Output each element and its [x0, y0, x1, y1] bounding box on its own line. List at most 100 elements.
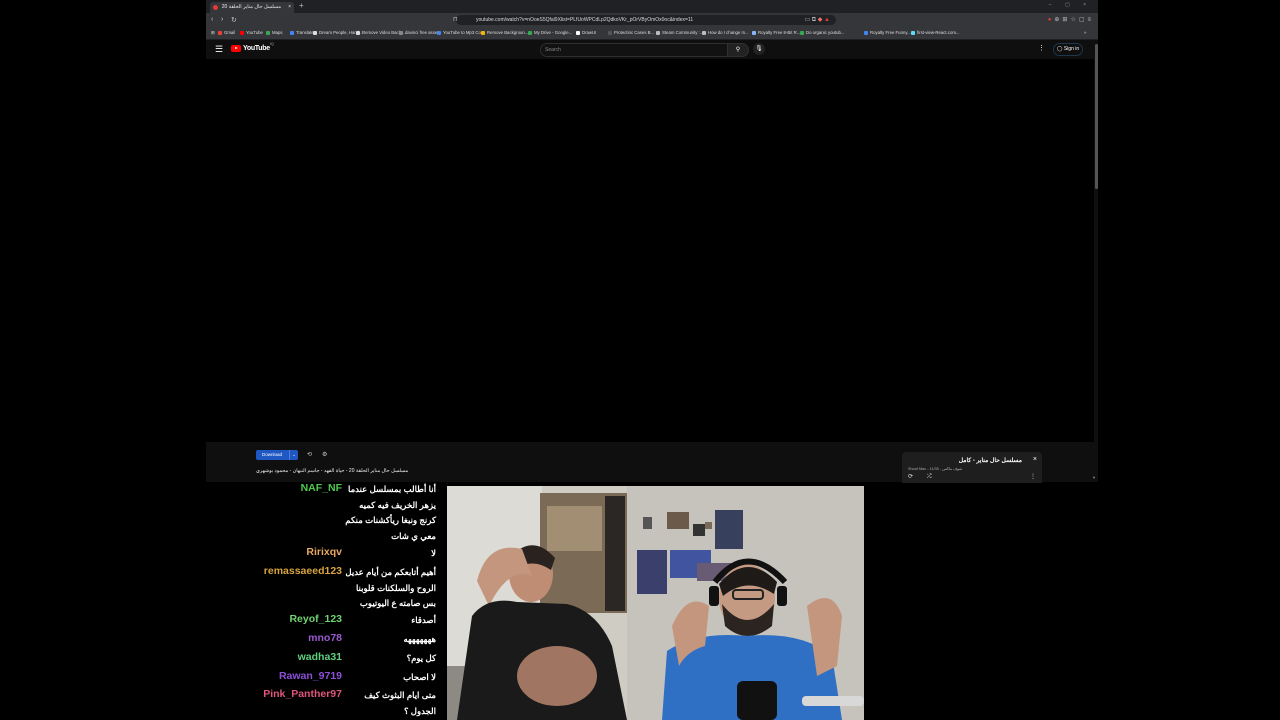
bookmark-favicon-icon: [356, 30, 360, 35]
bookmark-label: Maps: [272, 30, 283, 35]
bookmark-star-icon[interactable]: ⊓: [453, 16, 458, 23]
bookmark-label: davinci free assets: [405, 30, 441, 35]
download-label: Download: [262, 452, 283, 457]
voice-search-button[interactable]: 🎙: [753, 43, 765, 55]
chat-username: NAF_NF: [300, 482, 342, 494]
bookmark-favicon-icon: [800, 30, 804, 35]
browser-tab[interactable]: مسلسل حال مناير الحلقة 20 - حياة ×: [210, 2, 294, 13]
playlist-title[interactable]: مسلسل حال مناير - كامل: [959, 457, 1022, 464]
more-options-icon[interactable]: ⋮: [1038, 44, 1045, 52]
stream-chat-overlay: NAF_NF أنا أطالب بمسلسل عندما يزهر الخريف…: [250, 480, 445, 720]
extensions-icons[interactable]: ●⊕⊞☆▢≡: [1048, 16, 1094, 23]
below-player-area: Download ⌄ ⟲ ⚙ مسلسل حال مناير الحلقة 20…: [206, 442, 1094, 483]
bookmarks-bar: ⊞ » Gmail YouTube Maps Translate Dream Peopl…: [206, 27, 1098, 40]
back-icon[interactable]: ‹: [211, 16, 213, 23]
bookmark-favicon-icon: [752, 30, 756, 35]
bookmark-item[interactable]: DrawUI: [576, 27, 596, 39]
youtube-masthead: ☰ YouTube IQ Search ⚲ 🎙 ⋮ ◯ Sign in: [206, 40, 1094, 59]
video-player[interactable]: [206, 59, 1094, 442]
bookmark-item[interactable]: davinci free assets: [399, 27, 441, 39]
bookmark-item[interactable]: Steam Community :...: [656, 27, 703, 39]
chat-username: mno78: [308, 632, 342, 644]
bookmark-favicon-icon: [481, 30, 485, 35]
url-text[interactable]: youtube.com/watch?v=nOoeS5Qfal9Xlist=PLf…: [476, 15, 693, 25]
scroll-down-icon[interactable]: ▼: [1092, 475, 1096, 480]
close-icon[interactable]: ×: [1033, 456, 1037, 463]
bookmark-label: YouTube to Mp3 Co...: [443, 30, 485, 35]
apps-grid-icon[interactable]: ⊞: [211, 27, 215, 39]
menu-icon[interactable]: ☰: [215, 44, 223, 55]
chat-text: هههههههه: [403, 634, 436, 644]
bookmark-favicon-icon: [313, 30, 317, 35]
chat-text: لا: [431, 548, 436, 558]
video-title: مسلسل حال مناير الحلقة 20 - حياة الفهد -…: [256, 468, 409, 474]
bookmark-item[interactable]: Remove Backgroun...: [481, 27, 528, 39]
chat-username: remassaeed123: [263, 565, 342, 577]
search-button[interactable]: ⚲: [727, 43, 749, 57]
bookmark-favicon-icon: [576, 30, 580, 35]
youtube-play-icon: [231, 45, 241, 52]
download-button[interactable]: Download ⌄: [256, 450, 298, 460]
bookmark-label: Royalty Free Funny...: [870, 30, 911, 35]
chat-username: Rawan_9719: [278, 670, 342, 682]
bookmark-label: YouTube: [246, 30, 263, 35]
settings-icon[interactable]: ⚙: [322, 451, 327, 458]
bookmark-item[interactable]: YouTube: [240, 27, 263, 39]
bookmark-item[interactable]: Translate: [290, 27, 314, 39]
bookmark-label: Royalty Free 8-Bit R...: [758, 30, 801, 35]
bookmark-favicon-icon: [437, 30, 441, 35]
bookmark-item[interactable]: first-view-React.com...: [911, 27, 960, 39]
window-controls[interactable]: – ▢ ×: [1049, 2, 1092, 8]
bookmark-favicon-icon: [399, 30, 403, 35]
bookmark-item[interactable]: YouTube to Mp3 Co...: [437, 27, 484, 39]
bookmark-item[interactable]: Protectinc Cases B...: [608, 27, 654, 39]
bookmark-favicon-icon: [911, 30, 915, 35]
bookmark-label: My Drive - Google...: [534, 30, 573, 35]
bookmark-item[interactable]: How do I change m...: [702, 27, 749, 39]
bookmark-item[interactable]: Maps: [266, 27, 283, 39]
bookmark-favicon-icon: [864, 30, 868, 35]
chat-text: أصدقاء: [411, 615, 436, 625]
account-icon: ◯: [1056, 46, 1063, 52]
playlist-more-icon[interactable]: ⋮: [1030, 473, 1036, 480]
youtube-favicon-icon: [213, 5, 218, 10]
chat-username: wadha31: [297, 651, 342, 663]
new-tab-button[interactable]: +: [299, 1, 304, 10]
webcam-image: [447, 486, 864, 720]
sign-in-button[interactable]: ◯ Sign in: [1053, 43, 1083, 56]
loop-icon[interactable]: ⟲: [307, 451, 312, 458]
bookmark-favicon-icon: [702, 30, 706, 35]
chat-text: أنا أطالب بمسلسل عندما يزهر الخريف فيه ك…: [345, 484, 436, 541]
bookmark-label: DrawUI: [582, 30, 597, 35]
chat-username: Pink_Panther97: [263, 688, 342, 700]
chat-username: Ririxqv: [306, 546, 342, 558]
sign-in-label: Sign in: [1063, 46, 1080, 52]
search-input[interactable]: Search: [540, 43, 728, 57]
address-bar[interactable]: ⊓ youtube.com/watch?v=nOoeS5Qfal9Xlist=P…: [453, 15, 836, 25]
tab-close-icon[interactable]: ×: [288, 2, 291, 13]
reload-icon[interactable]: ↻: [231, 16, 237, 24]
omnibox-action-icons[interactable]: ▭ ⧉ ◆ ▲: [804, 15, 830, 25]
search-icon: ⚲: [735, 47, 741, 53]
chat-username: Reyof_123: [289, 613, 342, 625]
page-scrollbar[interactable]: [1094, 40, 1098, 482]
bookmark-item[interactable]: Do organic youtub...: [800, 27, 844, 39]
scrollbar-thumb[interactable]: [1094, 44, 1098, 189]
tab-title: مسلسل حال مناير الحلقة 20 - حياة: [221, 4, 281, 10]
playlist-loop-shuffle-icons[interactable]: ⟳ ⤮: [908, 473, 938, 481]
bookmark-item[interactable]: Gmail: [218, 27, 235, 39]
bookmark-item[interactable]: Royalty Free Funny...: [864, 27, 911, 39]
bookmark-favicon-icon: [608, 30, 612, 35]
bookmark-item[interactable]: My Drive - Google...: [528, 27, 572, 39]
bookmark-favicon-icon: [290, 30, 294, 35]
bookmarks-overflow-icon[interactable]: »: [1084, 27, 1086, 39]
bookmark-label: Steam Community :...: [662, 30, 704, 35]
bookmark-item[interactable]: Remove Video Back...: [356, 27, 404, 39]
chat-text: أهيم أتابعكم من أيام عديل الروح والسلكنا…: [345, 567, 436, 608]
bookmark-label: first-view-React.com...: [917, 30, 960, 35]
bookmark-label: Do organic youtub...: [806, 30, 845, 35]
forward-icon[interactable]: ›: [221, 16, 223, 23]
bookmark-item[interactable]: Royalty Free 8-Bit R...: [752, 27, 800, 39]
download-caret-icon[interactable]: ⌄: [289, 450, 298, 460]
bookmark-label: Protectinc Cases B...: [614, 30, 655, 35]
